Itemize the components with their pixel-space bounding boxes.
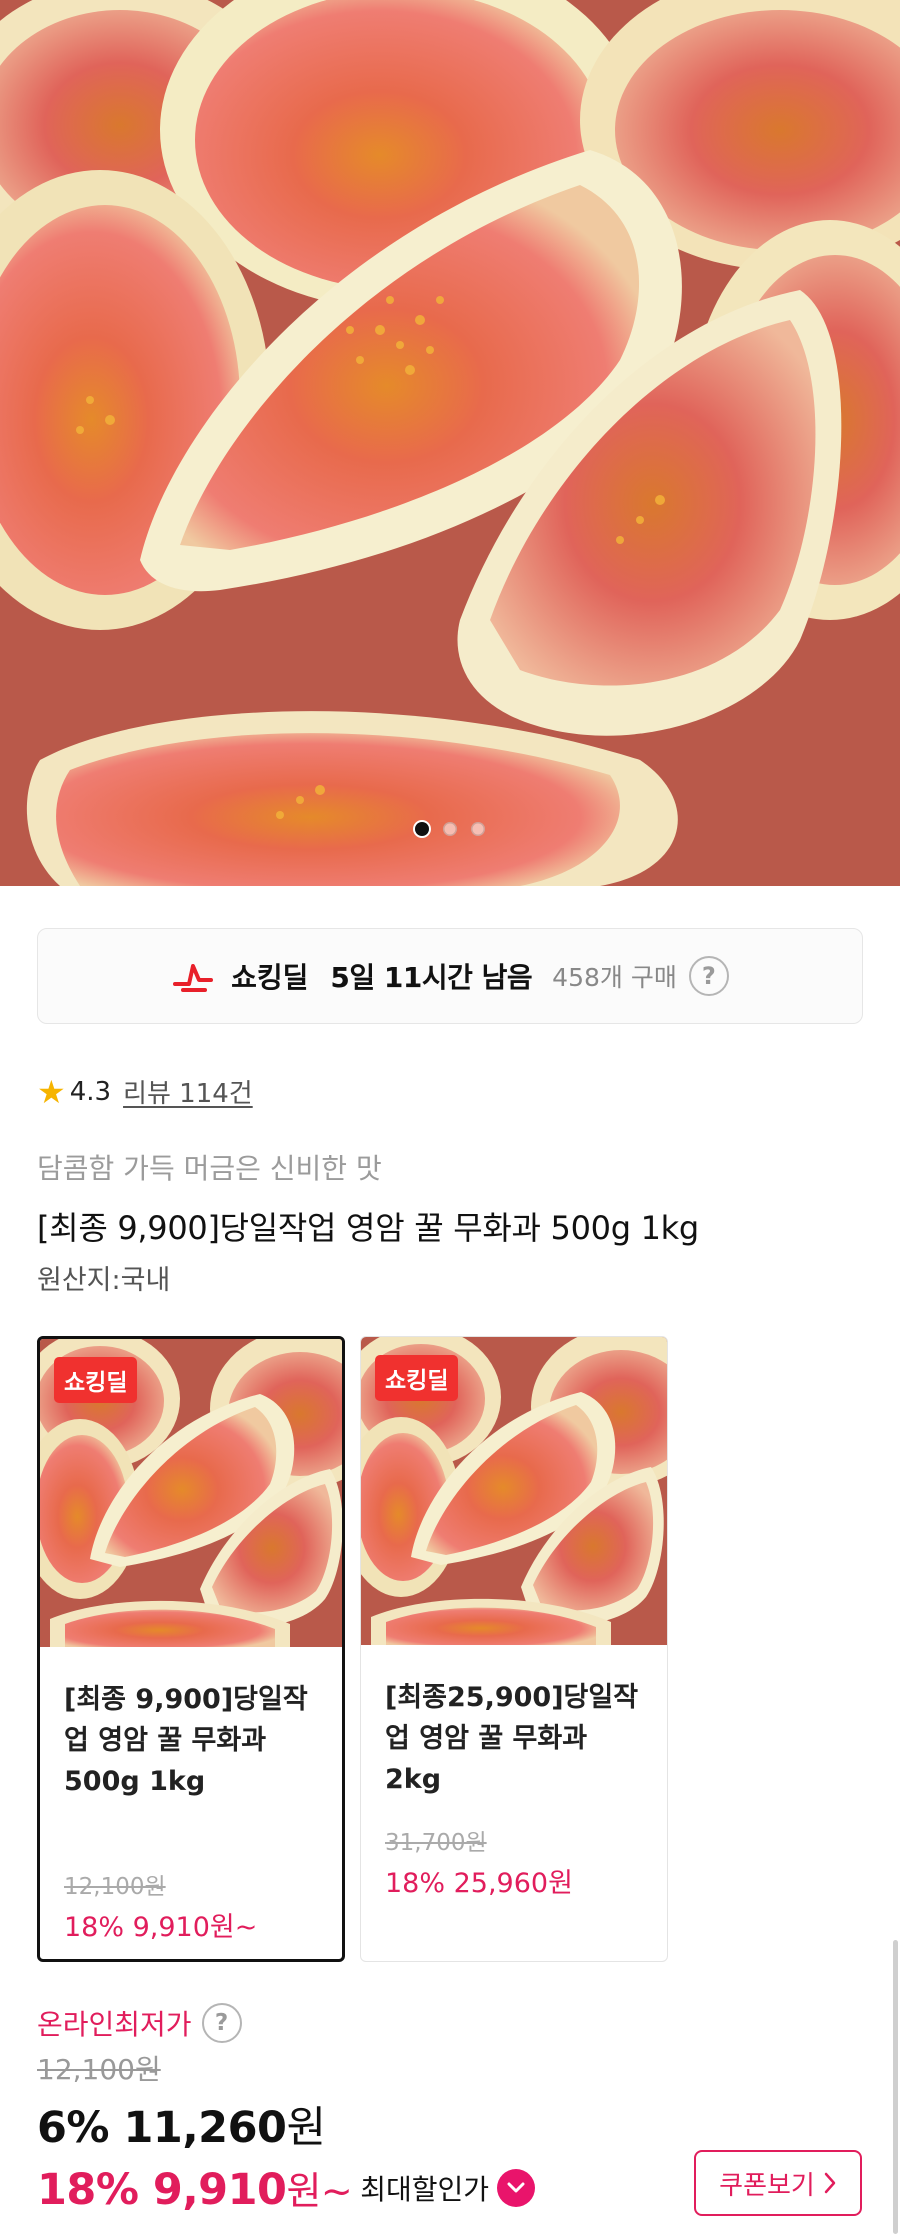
option-title: [최종25,900]당일작업 영암 꿀 무화과 2kg (385, 1682, 639, 1795)
chevron-down-icon[interactable] (497, 2168, 536, 2207)
review-link[interactable]: 리뷰 114건 (123, 1073, 253, 1110)
carousel-dot-3[interactable] (471, 822, 485, 836)
max-suffix: 원~ (286, 2169, 353, 2213)
deal-label: 쇼킹딜 (231, 961, 309, 994)
option-original-price: 31,700원 (385, 1830, 487, 1856)
product-image-carousel[interactable] (0, 0, 900, 886)
sale-won: 원 (286, 2103, 326, 2153)
option-card-2[interactable]: 쇼킹딜 [최종25,900]당일작업 영암 꿀 무화과 2kg 31,700원 … (360, 1336, 668, 1962)
online-lowest-price-label: 온라인최저가 ? (37, 2003, 242, 2043)
sale-price: 6% 11,260원 (37, 2093, 326, 2155)
lowest-label-text: 온라인최저가 (37, 2008, 192, 2041)
shocking-deal-icon (173, 964, 214, 992)
original-price: 12,100원 (37, 2053, 161, 2086)
max-discount-price[interactable]: 18% 9,910원~ 최대할인가 (37, 2160, 536, 2215)
carousel-dot-2[interactable] (443, 822, 457, 836)
option-card-1[interactable]: 쇼킹딜 [최종 9,900]당일작업 영암 꿀 무화과 500g 1kg 12,… (37, 1336, 345, 1962)
max-percent: 18% (37, 2165, 139, 2215)
deal-time-left: 5일 11시간 남음 (330, 961, 533, 994)
option-original-price: 12,100원 (64, 1874, 166, 1900)
option-title: [최종 9,900]당일작업 영암 꿀 무화과 500g 1kg (64, 1684, 308, 1797)
sale-percent: 6% (37, 2103, 110, 2153)
scrollbar[interactable] (893, 1940, 898, 2234)
product-title: [최종 9,900]당일작업 영암 꿀 무화과 500g 1kg (37, 1209, 699, 1247)
lowest-price-help-icon[interactable]: ? (201, 2003, 242, 2043)
option-price: 18% 25,960원 (385, 1868, 573, 1899)
product-origin: 원산지:국내 (37, 1265, 171, 1296)
rating-row: ★ 4.3 리뷰 114건 (37, 1073, 253, 1110)
option-deal-badge: 쇼킹딜 (54, 1357, 138, 1403)
chevron-right-icon (824, 2172, 836, 2194)
rating-score: 4.3 (69, 1076, 112, 1107)
coupon-view-button[interactable]: 쿠폰보기 (694, 2150, 862, 2216)
star-icon: ★ (37, 1072, 66, 1111)
shocking-deal-bar: 쇼킹딜 5일 11시간 남음 458개 구매 ? (37, 928, 863, 1024)
purchase-count: 458개 구매 (552, 963, 677, 992)
max-amount: 9,910 (152, 2165, 287, 2215)
coupon-button-label: 쿠폰보기 (719, 2170, 815, 2201)
carousel-dots (0, 822, 900, 836)
carousel-dot-1[interactable] (415, 822, 429, 836)
product-subtitle: 담콤함 가득 머금은 신비한 맛 (37, 1152, 382, 1185)
fig-photo (0, 0, 900, 886)
option-deal-badge: 쇼킹딜 (375, 1355, 459, 1401)
max-discount-label: 최대할인가 (360, 2172, 490, 2206)
sale-amount: 11,260 (123, 2103, 287, 2153)
deal-help-icon[interactable]: ? (688, 956, 729, 996)
option-price: 18% 9,910원~ (64, 1912, 258, 1943)
